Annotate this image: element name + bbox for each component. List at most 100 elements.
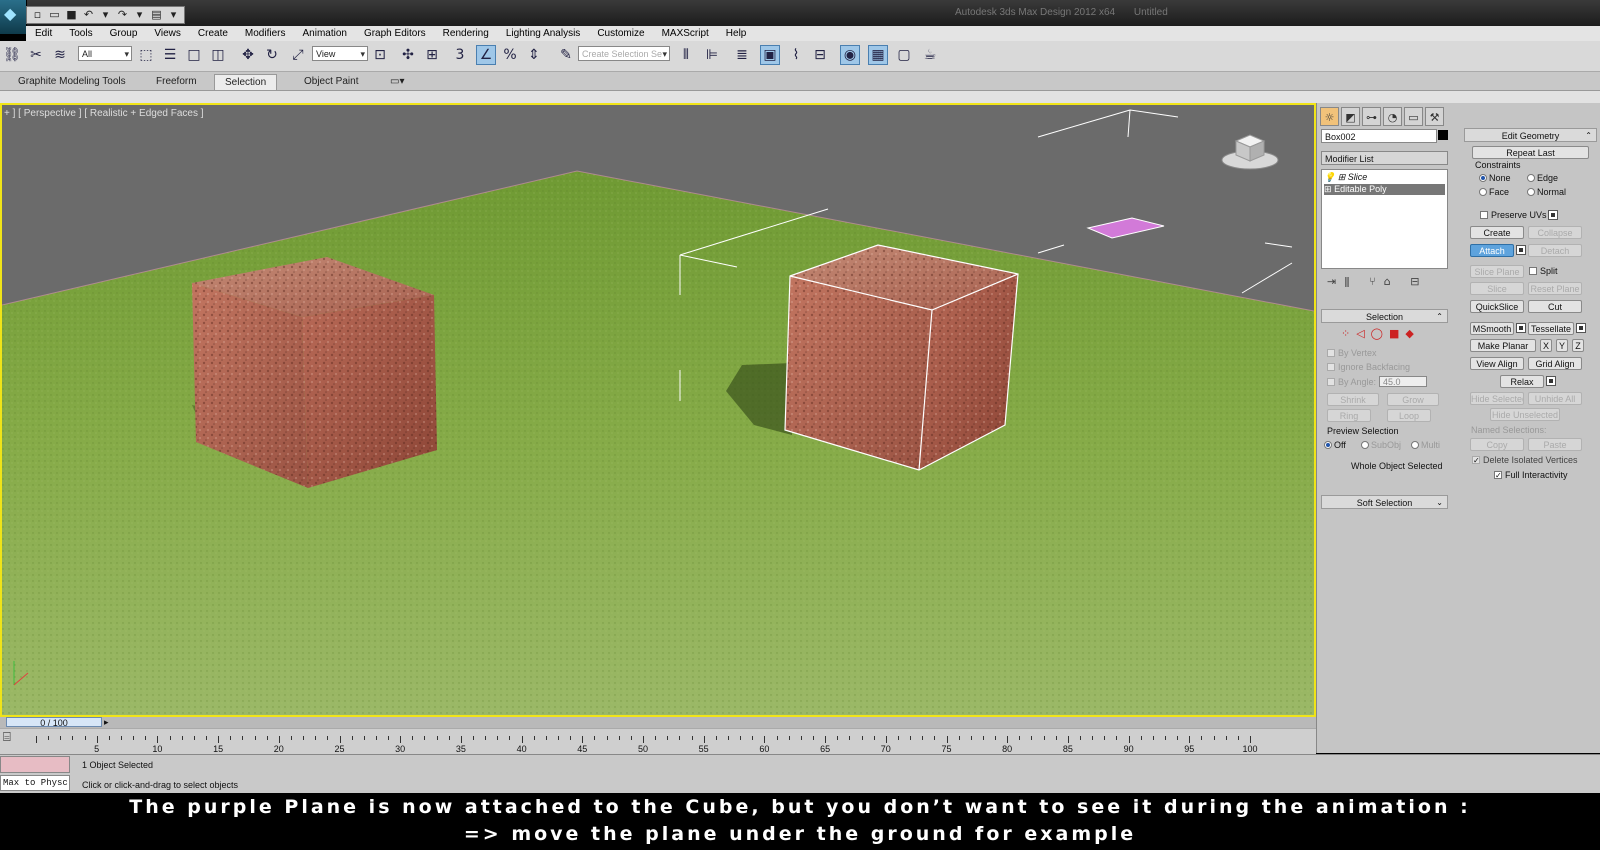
spinner-snap-icon[interactable]: ⇕ [524, 45, 544, 65]
project-folder-icon[interactable]: ▤ [149, 7, 164, 23]
subobject-level-icons[interactable]: ⁘◁◯■◆ [1341, 327, 1420, 340]
preview-subobj-radio[interactable] [1361, 441, 1369, 449]
tab-freeform[interactable]: Freeform [146, 74, 207, 89]
redo-icon[interactable]: ↷ [115, 7, 130, 23]
render-production-icon[interactable]: ☕ [920, 45, 940, 65]
constraint-face-radio[interactable] [1479, 188, 1487, 196]
reference-coordinate-dropdown[interactable]: View [312, 46, 368, 62]
save-file-icon[interactable]: ■ [64, 7, 79, 23]
menu-lighting-analysis[interactable]: Lighting Analysis [497, 26, 589, 41]
object-color-swatch[interactable] [1438, 130, 1448, 140]
select-object-icon[interactable]: ⬚ [136, 45, 156, 65]
select-and-link-icon[interactable]: ⛓ [2, 45, 22, 65]
copy-button[interactable]: Copy [1470, 438, 1524, 451]
display-tab-icon[interactable]: ▭ [1404, 107, 1423, 126]
angle-snap-icon[interactable]: ∠ [476, 45, 496, 65]
bind-space-warp-icon[interactable]: ≋ [50, 45, 70, 65]
cut-button[interactable]: Cut [1528, 300, 1582, 313]
app-menu-button[interactable]: ◆ [0, 0, 27, 34]
viewport-label[interactable]: + ] [ Perspective ] [ Realistic + Edged … [4, 108, 204, 119]
ignore-backfacing-checkbox[interactable] [1327, 363, 1335, 371]
by-angle-checkbox[interactable] [1327, 378, 1335, 386]
make-planar-x-button[interactable]: X [1540, 339, 1552, 352]
slice-plane-button[interactable]: Slice Plane [1470, 265, 1524, 278]
align-icon[interactable]: ⊫ [702, 45, 722, 65]
shrink-button[interactable]: Shrink [1327, 393, 1379, 406]
make-planar-z-button[interactable]: Z [1572, 339, 1584, 352]
split-checkbox[interactable] [1529, 267, 1537, 275]
hide-unselected-button[interactable]: Hide Unselected [1490, 408, 1560, 421]
menu-maxscript[interactable]: MAXScript [653, 26, 717, 41]
constraint-edge-radio[interactable] [1527, 174, 1535, 182]
named-selection-set-dropdown[interactable]: Create Selection Se [578, 46, 670, 62]
modifier-list-dropdown[interactable]: Modifier List [1321, 151, 1448, 165]
mirror-icon[interactable]: ⫴ [676, 45, 696, 65]
constraint-none-radio[interactable] [1479, 174, 1487, 182]
pivot-center-icon[interactable]: ⊡ [370, 45, 390, 65]
attach-button[interactable]: Attach [1470, 244, 1514, 257]
hide-selected-button[interactable]: Hide Selected [1470, 392, 1524, 405]
create-button[interactable]: Create [1470, 226, 1524, 239]
select-and-rotate-icon[interactable]: ↻ [262, 45, 282, 65]
tab-object-paint[interactable]: Object Paint [294, 74, 368, 89]
grid-align-button[interactable]: Grid Align [1528, 357, 1582, 370]
mini-curve-editor-icon[interactable]: ⌸ [3, 730, 11, 745]
tab-selection[interactable]: Selection [214, 74, 278, 90]
new-file-icon[interactable]: ▫ [30, 7, 45, 23]
select-and-scale-icon[interactable]: ⤢ [288, 45, 308, 65]
tessellate-button[interactable]: Tessellate [1528, 322, 1574, 335]
preview-multi-radio[interactable] [1411, 441, 1419, 449]
stack-item-slice[interactable]: 💡 ⊞ Slice [1324, 172, 1445, 183]
unlink-icon[interactable]: ✂ [26, 45, 46, 65]
customize-quick-access-icon[interactable]: ▾ [166, 7, 181, 23]
menu-create[interactable]: Create [189, 26, 236, 41]
grow-button[interactable]: Grow [1387, 393, 1439, 406]
soft-selection-rollout-header[interactable]: Soft Selection ⌄ [1321, 495, 1448, 509]
menu-views[interactable]: Views [145, 26, 189, 41]
motion-tab-icon[interactable]: ◔ [1383, 107, 1402, 126]
stack-item-editable-poly[interactable]: ⊞ Editable Poly [1324, 184, 1445, 195]
detach-button[interactable]: Detach [1528, 244, 1582, 257]
rectangular-selection-icon[interactable]: □ [184, 45, 204, 65]
layer-manager-icon[interactable]: ≣ [732, 45, 752, 65]
ribbon-options-icon[interactable]: ▭▾ [380, 74, 414, 89]
make-planar-y-button[interactable]: Y [1556, 339, 1568, 352]
select-by-name-icon[interactable]: ☰ [160, 45, 180, 65]
time-slider-thumb[interactable]: 0 / 100 [6, 717, 102, 728]
select-and-move-icon[interactable]: ✥ [238, 45, 258, 65]
selection-rollout-header[interactable]: Selection ⌃ [1321, 309, 1448, 323]
menu-group[interactable]: Group [101, 26, 146, 41]
selection-filter-dropdown[interactable]: All [78, 46, 132, 62]
edit-named-selection-icon[interactable]: ✎ [556, 45, 576, 65]
menu-edit[interactable]: Edit [26, 26, 60, 41]
curve-editor-icon[interactable]: ⌇ [786, 45, 806, 65]
track-bar[interactable] [0, 728, 1316, 754]
menu-modifiers[interactable]: Modifiers [236, 26, 294, 41]
schematic-view-icon[interactable]: ⊟ [810, 45, 830, 65]
preserve-uvs-checkbox[interactable] [1480, 211, 1488, 219]
perspective-viewport[interactable]: + ] [ Perspective ] [ Realistic + Edged … [0, 103, 1316, 717]
slice-button[interactable]: Slice [1470, 282, 1524, 295]
constraint-normal-radio[interactable] [1527, 188, 1535, 196]
maxscript-listener-input[interactable]: Max to Physc [0, 775, 70, 791]
create-tab-icon[interactable]: ☼ [1320, 107, 1339, 126]
repeat-last-button[interactable]: Repeat Last [1472, 146, 1589, 159]
full-interactivity-checkbox[interactable]: ✓ [1494, 471, 1502, 480]
relax-button[interactable]: Relax [1500, 375, 1544, 388]
material-editor-icon[interactable]: ◉ [840, 45, 860, 65]
rendered-frame-window-icon[interactable]: ▢ [894, 45, 914, 65]
preview-off-radio[interactable] [1324, 441, 1332, 449]
open-file-icon[interactable]: ▭ [47, 7, 62, 23]
render-setup-icon[interactable]: ▦ [868, 45, 888, 65]
percent-snap-icon[interactable]: % [500, 45, 520, 65]
utilities-tab-icon[interactable]: ⚒ [1425, 107, 1444, 126]
menu-rendering[interactable]: Rendering [434, 26, 497, 41]
select-and-manipulate-icon[interactable]: ✣ [398, 45, 418, 65]
collapse-button[interactable]: Collapse [1528, 226, 1582, 239]
time-slider-track[interactable] [0, 717, 1316, 728]
quickslice-button[interactable]: QuickSlice [1470, 300, 1524, 313]
window-crossing-icon[interactable]: ◫ [208, 45, 228, 65]
snaps-toggle-icon[interactable]: 3 [450, 45, 470, 65]
attach-list-icon[interactable] [1516, 245, 1526, 255]
keyboard-shortcut-override-icon[interactable]: ⊞ [422, 45, 442, 65]
